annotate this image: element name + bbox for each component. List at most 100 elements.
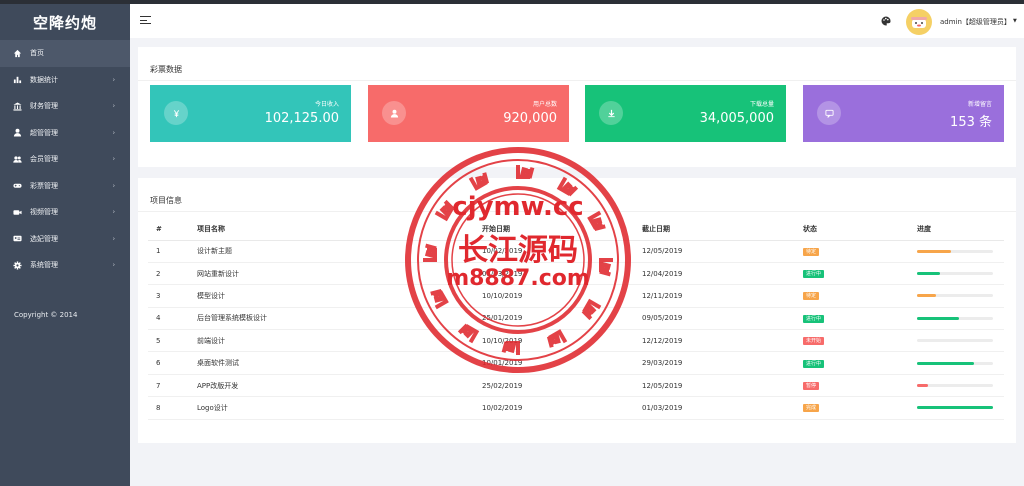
user-name[interactable]: admin【超级管理员】 xyxy=(940,17,1011,27)
progress-fill xyxy=(917,249,952,253)
menu-icon[interactable] xyxy=(140,16,151,27)
column-header: 项目名称 xyxy=(197,218,482,241)
app-logo[interactable]: 空降约炮 xyxy=(0,4,130,40)
table-row[interactable]: 8 Logo设计 10/02/2019 01/03/2019 完成 xyxy=(148,396,1004,420)
sidebar-item[interactable]: 会员管理 › xyxy=(0,146,130,173)
avatar[interactable] xyxy=(906,9,932,35)
table-row[interactable]: 7 APP改版开发 25/02/2019 12/05/2019 暂停 xyxy=(148,374,1004,398)
column-header: 状态 xyxy=(803,218,917,241)
project-table: # 项目名称 开始日期 截止日期 状态 进度 1 设计新主题 10/02/2019 1… xyxy=(148,218,1004,420)
stat-label: 用户总数 xyxy=(532,101,557,108)
progress-fill xyxy=(917,384,929,388)
sidebar: 空降约炮 首页 数据统计 › 财务管理 › 超管管理 › 会员管理 › 彩票管理 › 视频管理 › 选妃管… xyxy=(0,0,130,486)
end-date: 12/04/2019 xyxy=(642,262,803,286)
table-row[interactable]: 5 前端设计 10/10/2019 12/12/2019 未开始 xyxy=(148,329,1004,353)
gear-icon xyxy=(13,261,22,270)
sidebar-item[interactable]: 视频管理 › xyxy=(0,199,130,226)
palette-icon[interactable] xyxy=(881,16,891,26)
table-row[interactable]: 1 设计新主题 10/02/2019 12/05/2019 待定 xyxy=(148,240,1004,263)
end-date: 29/03/2019 xyxy=(642,351,803,375)
project-name: 桌面软件测试 xyxy=(197,351,482,375)
sidebar-item-label: 选妃管理 xyxy=(30,234,58,243)
stat-value: 153 条 xyxy=(950,115,992,130)
chevron-right-icon: › xyxy=(112,208,115,216)
row-number: 7 xyxy=(148,374,197,398)
end-date: 09/05/2019 xyxy=(642,307,803,331)
column-header: 开始日期 xyxy=(482,218,642,241)
panel-title: 彩票数据 xyxy=(138,47,1016,81)
sidebar-item-label: 彩票管理 xyxy=(30,181,58,190)
row-number: 5 xyxy=(148,329,197,353)
sidebar-item[interactable]: 选妃管理 › xyxy=(0,226,130,253)
table-row[interactable]: 4 后台管理系统模板设计 25/01/2019 09/05/2019 进行中 xyxy=(148,307,1004,331)
stat-value: 920,000 xyxy=(503,111,557,126)
project-info-panel: 项目信息 # 项目名称 开始日期 截止日期 状态 进度 1 设计新主题 10/02/… xyxy=(138,178,1016,443)
sidebar-item[interactable]: 彩票管理 › xyxy=(0,173,130,200)
sidebar-item[interactable]: 财务管理 › xyxy=(0,93,130,120)
progress-fill xyxy=(917,316,959,320)
progress-fill xyxy=(917,406,993,410)
bar-chart-icon xyxy=(13,77,22,84)
column-header: 进度 xyxy=(917,218,1004,241)
panel-title: 项目信息 xyxy=(138,178,1016,212)
progress-fill xyxy=(917,272,940,276)
chevron-right-icon: › xyxy=(112,155,115,163)
download-icon xyxy=(599,101,623,125)
progress-cell xyxy=(917,284,1004,308)
progress-cell xyxy=(917,329,1004,353)
sidebar-item-label: 视频管理 xyxy=(30,208,58,217)
sidebar-item-label: 首页 xyxy=(30,49,44,58)
progress-cell xyxy=(917,262,1004,286)
chevron-right-icon: › xyxy=(112,102,115,110)
progress-cell xyxy=(917,374,1004,398)
sidebar-item[interactable]: 超管管理 › xyxy=(0,120,130,147)
stat-value: 102,125.00 xyxy=(264,111,339,126)
progress-bar xyxy=(917,294,993,298)
sidebar-item-label: 数据统计 xyxy=(30,75,58,84)
status-badge: 待定 xyxy=(803,292,820,301)
sidebar-item[interactable]: 首页 xyxy=(0,40,130,67)
start-date: 10/10/2019 xyxy=(482,329,642,353)
copyright: Copyright © 2014 xyxy=(14,310,78,319)
end-date: 12/12/2019 xyxy=(642,329,803,353)
chevron-right-icon: › xyxy=(112,182,115,190)
start-date: 25/02/2019 xyxy=(482,374,642,398)
lottery-data-panel: 彩票数据 今日收入 102,125.00 用户总数 920,000 下载总量 34,005… xyxy=(138,47,1016,167)
download-icon xyxy=(607,109,615,117)
table-row[interactable]: 2 网站重新设计 01/03/2019 12/04/2019 进行中 xyxy=(148,262,1004,286)
caret-down-icon[interactable]: ▼ xyxy=(1013,18,1017,24)
start-date: 10/02/2019 xyxy=(482,240,642,263)
stat-card[interactable]: 新增留言 153 条 xyxy=(803,85,1004,142)
progress-bar xyxy=(917,249,993,253)
progress-cell xyxy=(917,240,1004,263)
status-cell: 未开始 xyxy=(803,329,917,353)
start-date: 01/03/2019 xyxy=(482,262,642,286)
video-icon xyxy=(13,210,22,215)
chevron-right-icon: › xyxy=(112,235,115,243)
chevron-right-icon: › xyxy=(112,76,115,84)
stat-card[interactable]: 下载总量 34,005,000 xyxy=(585,85,786,142)
status-badge: 完成 xyxy=(803,404,820,413)
status-badge: 进行中 xyxy=(803,359,825,368)
status-badge: 未开始 xyxy=(803,337,825,346)
user-icon xyxy=(390,109,398,118)
table-row[interactable]: 6 桌面软件测试 10/01/2019 29/03/2019 进行中 xyxy=(148,351,1004,375)
stat-card[interactable]: 今日收入 102,125.00 xyxy=(150,85,351,142)
progress-bar xyxy=(917,272,993,276)
progress-bar xyxy=(917,361,993,365)
users-icon xyxy=(13,156,22,163)
status-badge: 暂停 xyxy=(803,382,820,391)
project-name: 模型设计 xyxy=(197,284,482,308)
column-header: # xyxy=(148,218,197,241)
sidebar-item[interactable]: 数据统计 › xyxy=(0,67,130,94)
message-icon xyxy=(824,109,834,118)
stat-label: 新增留言 xyxy=(967,101,992,108)
sidebar-nav: 首页 数据统计 › 财务管理 › 超管管理 › 会员管理 › 彩票管理 › 视频管理 › 选妃管理 › 系统管… xyxy=(0,40,130,279)
gear-icon xyxy=(13,261,22,270)
status-cell: 完成 xyxy=(803,396,917,420)
project-name: APP改版开发 xyxy=(197,374,482,398)
table-row[interactable]: 3 模型设计 10/10/2019 12/11/2019 待定 xyxy=(148,284,1004,308)
stat-card[interactable]: 用户总数 920,000 xyxy=(368,85,569,142)
sidebar-item[interactable]: 系统管理 › xyxy=(0,252,130,279)
project-name: 网站重新设计 xyxy=(197,262,482,286)
